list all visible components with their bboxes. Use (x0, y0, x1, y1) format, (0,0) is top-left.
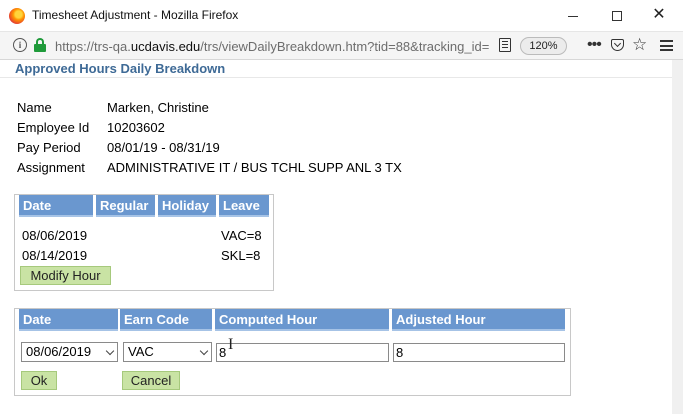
bookmark-star-icon[interactable]: ☆ (632, 35, 647, 55)
earn-code-select-value: VAC (128, 344, 154, 359)
cancel-button[interactable]: Cancel (122, 371, 180, 390)
edit-hours-box: Date Earn Code Computed Hour Adjusted Ho… (14, 308, 571, 396)
employee-info-table: Name Marken, Christine Employee Id 10203… (17, 97, 402, 177)
row-date: 08/14/2019 (22, 248, 88, 263)
computed-hour-input[interactable]: 8 (216, 343, 389, 362)
column-header-date: Date (19, 195, 93, 217)
title-divider (0, 77, 683, 78)
column-header-computed-hour: Computed Hour (215, 309, 389, 331)
zoom-level-badge[interactable]: 120% (520, 37, 567, 55)
info-value: 08/01/19 - 08/31/19 (107, 139, 220, 155)
lock-icon[interactable] (34, 38, 46, 52)
close-icon: ✕ (652, 6, 666, 23)
ok-button[interactable]: Ok (21, 371, 57, 390)
minimize-icon (568, 15, 578, 17)
text-cursor-icon: I (228, 336, 234, 353)
hamburger-menu-icon[interactable] (660, 40, 673, 51)
column-header-earn-code: Earn Code (120, 309, 212, 331)
close-button[interactable]: ✕ (642, 4, 676, 28)
firefox-logo-icon (9, 8, 25, 24)
url-bar: i https://trs-qa.ucdavis.edu/trs/viewDai… (0, 32, 683, 60)
info-row-assignment: Assignment ADMINISTRATIVE IT / BUS TCHL … (17, 157, 402, 177)
maximize-button[interactable] (600, 4, 634, 28)
minimize-button[interactable] (556, 4, 590, 28)
info-row-employee-id: Employee Id 10203602 (17, 117, 402, 137)
column-header-holiday: Holiday (158, 195, 216, 217)
info-value: 10203602 (107, 119, 165, 135)
chevron-down-icon (199, 346, 209, 356)
row-leave: VAC=8 (221, 228, 262, 243)
info-label: Name (17, 99, 52, 115)
window-titlebar: Timesheet Adjustment - Mozilla Firefox ✕ (0, 0, 683, 32)
earn-code-select[interactable]: VAC (123, 342, 212, 362)
info-value: ADMINISTRATIVE IT / BUS TCHL SUPP ANL 3 … (107, 159, 402, 175)
row-leave: SKL=8 (221, 248, 261, 263)
column-header-date: Date (19, 309, 118, 331)
info-label: Assignment (17, 159, 85, 175)
pocket-icon[interactable] (611, 39, 624, 51)
scrollbar[interactable] (672, 60, 683, 414)
info-row-name: Name Marken, Christine (17, 97, 402, 117)
info-label: Employee Id (17, 119, 90, 135)
maximize-icon (612, 11, 622, 22)
column-header-regular: Regular (96, 195, 155, 217)
info-value: Marken, Christine (107, 99, 209, 115)
adjusted-hour-input[interactable]: 8 (393, 343, 565, 362)
more-icon[interactable]: ••• (587, 36, 602, 54)
column-header-adjusted-hour: Adjusted Hour (392, 309, 565, 331)
info-row-pay-period: Pay Period 08/01/19 - 08/31/19 (17, 137, 402, 157)
reader-view-icon[interactable] (499, 38, 511, 52)
url-path: /trs/viewDailyBreakdown.htm?tid=88&track… (200, 39, 490, 54)
url-field[interactable]: https://trs-qa.ucdavis.edu/trs/viewDaily… (55, 39, 495, 54)
row-date: 08/06/2019 (22, 228, 88, 243)
column-header-leave: Leave (219, 195, 269, 217)
url-host: ucdavis.edu (130, 39, 201, 54)
page-title: Approved Hours Daily Breakdown (15, 61, 226, 76)
date-select-value: 08/06/2019 (26, 344, 92, 359)
hours-breakdown-box: Date Regular Holiday Leave 08/06/2019 VA… (14, 194, 274, 291)
modify-hour-button[interactable]: Modify Hour (20, 266, 111, 285)
window-title: Timesheet Adjustment - Mozilla Firefox (32, 8, 239, 22)
chevron-down-icon (105, 346, 115, 356)
date-select[interactable]: 08/06/2019 (21, 342, 118, 362)
info-icon[interactable]: i (13, 38, 27, 52)
url-prefix: https://trs-qa. (55, 39, 131, 54)
info-label: Pay Period (17, 139, 81, 155)
